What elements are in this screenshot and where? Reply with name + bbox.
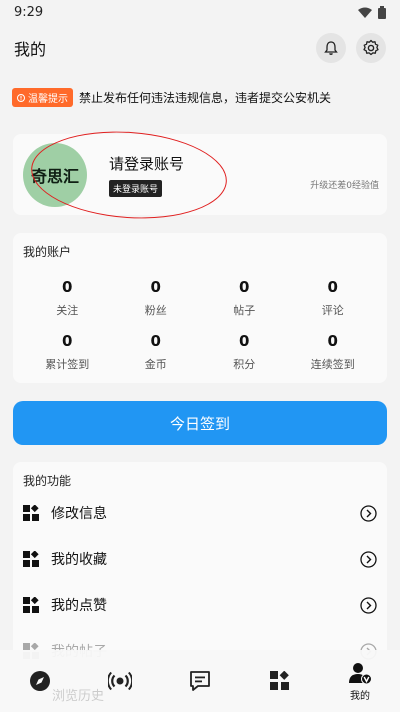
profile-info: 请登录账号 未登录账号 [109,153,184,197]
chevron-right-icon [360,596,377,614]
stat-streak-checkins[interactable]: 0 连续签到 [289,332,378,372]
nav-label: 我的 [350,690,370,702]
login-prompt[interactable]: 请登录账号 [109,153,184,174]
account-card: 我的账户 0 关注 0 粉丝 0 帖子 0 评论 0 累计签到 0 金币 0 积… [13,233,387,383]
stat-coins[interactable]: 0 金币 [112,332,201,372]
stat-value: 0 [62,278,73,296]
functions-title: 我的功能 [23,474,72,488]
profile-card[interactable]: 奇思汇 请登录账号 未登录账号 升级还差0经验值 [13,125,387,225]
apps-icon [23,504,41,522]
wifi-icon [358,7,372,18]
notice-badge: 温馨提示 [12,88,73,107]
avatar-text: 奇思汇 [30,166,79,186]
message-icon [190,671,210,691]
broadcast-icon [108,671,132,691]
function-label: 修改信息 [51,506,107,522]
page-title: 我的 [14,40,47,59]
stat-label: 粉丝 [144,304,167,317]
stat-following[interactable]: 0 关注 [23,278,112,318]
nav-item-me[interactable]: 我的 [330,661,390,702]
stats-grid: 0 关注 0 粉丝 0 帖子 0 评论 0 累计签到 0 金币 0 积分 0 连 [23,278,377,372]
checkin-label: 今日签到 [169,414,230,433]
apps-icon [23,596,41,614]
status-time: 9:29 [14,4,44,20]
stat-value: 0 [150,332,161,350]
stat-value: 0 [150,278,161,296]
notice-bar: 温馨提示 禁止发布任何违法违规信息，违者提交公安机关 [12,88,388,107]
function-label: 我的点赞 [51,598,107,614]
nav-item-messages[interactable] [170,670,230,692]
alert-icon [17,93,25,102]
stat-label: 评论 [321,304,344,317]
stat-label: 帖子 [233,304,256,317]
notification-button[interactable] [316,33,346,63]
header: 我的 [0,24,400,72]
compass-icon [30,671,50,691]
apps-icon [23,550,41,568]
notice-text: 禁止发布任何违法违规信息，违者提交公安机关 [79,91,332,105]
account-title: 我的账户 [23,245,72,259]
stat-label: 金币 [144,358,167,371]
level-hint: 升级还差0经验值 [310,181,379,191]
function-item-likes[interactable]: 我的点赞 [23,583,377,627]
battery-icon [378,5,386,19]
notice-badge-label: 温馨提示 [28,94,68,105]
status-bar: 9:29 [0,0,400,24]
checkin-button[interactable]: 今日签到 [13,401,387,445]
functions-card: 我的功能 修改信息 我的收藏 我的点赞 我的帖子 [13,462,387,662]
stat-total-checkins[interactable]: 0 累计签到 [23,332,112,372]
stat-label: 积分 [233,358,256,371]
stat-value: 0 [239,332,250,350]
avatar[interactable]: 奇思汇 [23,142,87,207]
stat-points[interactable]: 0 积分 [200,332,289,372]
function-label: 我的收藏 [51,552,107,568]
stat-label: 累计签到 [45,358,90,371]
chevron-right-icon [360,550,377,568]
stat-value: 0 [239,278,250,296]
stat-comments[interactable]: 0 评论 [289,278,378,318]
function-item-history-partial[interactable]: 浏览历史 [52,685,104,704]
stat-value: 0 [62,332,73,350]
settings-button[interactable] [356,33,386,63]
stat-label: 连续签到 [310,358,355,371]
stat-posts[interactable]: 0 帖子 [200,278,289,318]
nav-item-apps[interactable] [250,671,310,691]
user-v-icon [349,662,372,684]
stat-value: 0 [327,332,338,350]
bottom-nav: 浏览历史 我的 [0,650,400,712]
bell-icon [324,41,338,55]
stat-followers[interactable]: 0 粉丝 [112,278,201,318]
stat-label: 关注 [56,304,79,317]
header-actions [316,33,386,63]
apps-icon [270,671,289,690]
status-icons [358,5,386,19]
stat-value: 0 [327,278,338,296]
login-status-badge: 未登录账号 [109,179,163,197]
function-item-favorites[interactable]: 我的收藏 [23,537,377,581]
chevron-right-icon [360,504,377,522]
gear-icon [363,39,379,56]
function-item-edit-info[interactable]: 修改信息 [23,491,377,535]
